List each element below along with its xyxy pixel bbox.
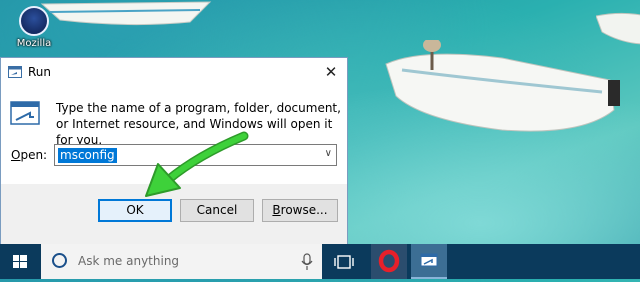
- open-label: Open:: [11, 148, 48, 162]
- annotation-arrow-icon: [145, 131, 249, 197]
- browse-button[interactable]: Browse...: [262, 199, 338, 222]
- dialog-title: Run: [28, 65, 52, 79]
- run-icon: [420, 253, 438, 267]
- windows-start-icon[interactable]: [0, 244, 40, 279]
- ok-button[interactable]: OK: [98, 199, 172, 222]
- desktop-icon-mozilla[interactable]: Mozilla: [12, 6, 56, 49]
- microphone-icon[interactable]: [299, 253, 315, 271]
- taskbar: Ask me anything: [0, 244, 640, 279]
- boat-image: [40, 1, 212, 26]
- close-button[interactable]: ✕: [321, 62, 341, 82]
- boat-image: [385, 40, 620, 132]
- run-program-icon: [10, 101, 40, 125]
- firefox-icon: [19, 6, 49, 36]
- task-view-icon[interactable]: [334, 252, 354, 272]
- cancel-button[interactable]: Cancel: [180, 199, 254, 222]
- search-box[interactable]: Ask me anything: [41, 244, 322, 279]
- taskbar-app-run[interactable]: [411, 244, 447, 279]
- dialog-titlebar[interactable]: Run ✕: [1, 58, 347, 87]
- opera-icon: [378, 249, 400, 273]
- run-icon: [8, 66, 22, 78]
- chevron-down-icon[interactable]: ∨: [325, 148, 332, 159]
- taskbar-app-opera[interactable]: [371, 244, 407, 279]
- search-placeholder: Ask me anything: [78, 254, 180, 268]
- desktop-icon-label: Mozilla: [16, 38, 52, 49]
- boat-image: [596, 12, 640, 45]
- cortana-icon: [52, 253, 67, 268]
- command-value: msconfig: [58, 148, 117, 163]
- close-icon: ✕: [324, 63, 338, 81]
